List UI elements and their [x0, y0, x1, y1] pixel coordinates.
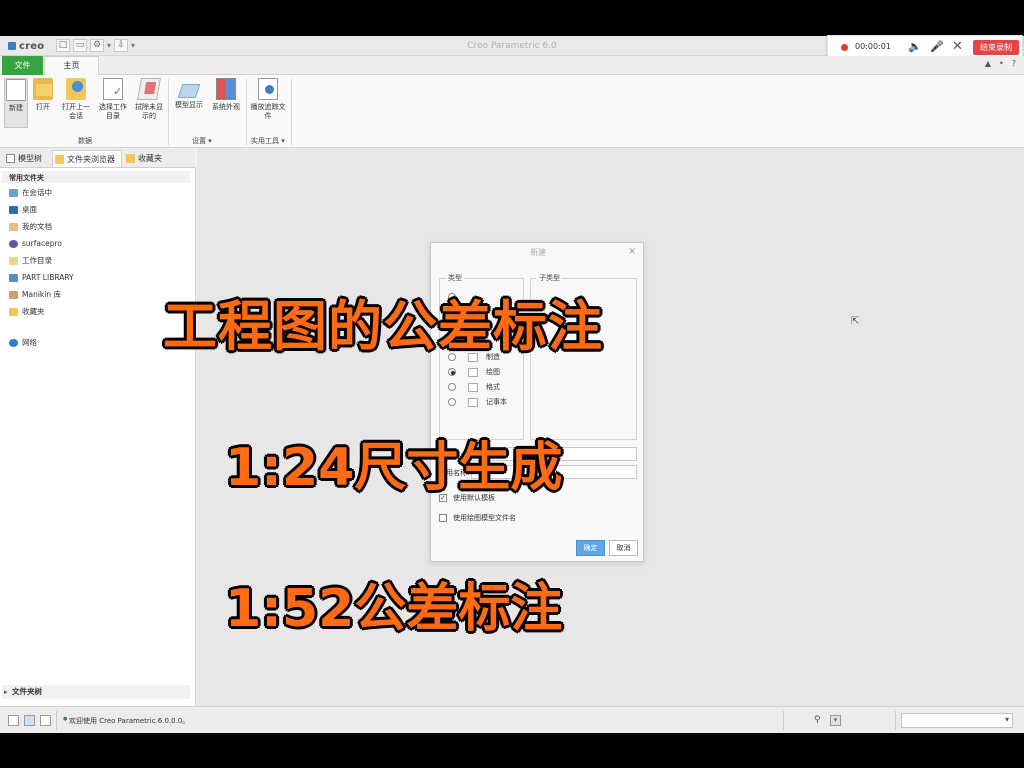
network-globe-icon: [9, 339, 18, 347]
full-screen-icon[interactable]: [40, 715, 51, 726]
new-file-icon: [6, 79, 26, 101]
monitor-icon: [9, 189, 18, 197]
group-label-settings[interactable]: 设置 ▾: [192, 136, 212, 146]
type-option-format[interactable]: 格式: [448, 382, 500, 393]
caption-title: 工程图的公差标注: [163, 295, 603, 358]
system-appearance-icon: [216, 78, 236, 100]
find-binoculars-icon[interactable]: ⚲: [814, 715, 825, 726]
status-bar: 欢迎使用 Creo Parametric 6.0.0.0。 ⚲ ▾: [0, 706, 1024, 733]
ribbon-separator: [168, 79, 169, 145]
group-label-data: 数据: [78, 137, 92, 145]
navigator-tabs: 模型树 文件夹浏览器 收藏夹: [0, 148, 196, 168]
dialog-title: 新建: [530, 248, 546, 257]
system-appearance-button[interactable]: 系统外观: [209, 78, 243, 112]
folder-item-favorites[interactable]: 收藏夹: [9, 306, 45, 318]
folder-item-part-library[interactable]: PART LIBRARY: [9, 272, 74, 284]
recording-dot-icon: [841, 44, 848, 51]
library-icon: [9, 274, 18, 282]
model-display-icon: [177, 84, 201, 98]
folder-item-working-directory[interactable]: 工作目录: [9, 255, 52, 267]
tab-folder-browser[interactable]: 文件夹浏览器: [52, 150, 122, 167]
close-icon[interactable]: ✕: [628, 247, 636, 257]
help-dropdown-icon[interactable]: •: [999, 59, 1004, 68]
new-button[interactable]: 新建: [4, 78, 28, 128]
navigator-panel: 模型树 文件夹浏览器 收藏夹 常用文件夹 在会话中 桌面 我的文档 surfac…: [0, 148, 196, 706]
open-button[interactable]: 打开: [31, 78, 55, 112]
select-working-directory-button[interactable]: 选择工作目录: [96, 78, 130, 121]
caption-timestamp-tolerance: 1:52公差标注: [225, 579, 563, 639]
microphone-icon[interactable]: 🎤: [930, 40, 944, 54]
recording-time: 00:00:01: [855, 42, 891, 51]
folder-item-in-session[interactable]: 在会话中: [9, 187, 52, 199]
folder-item-network[interactable]: 网络: [9, 337, 37, 349]
model-display-button[interactable]: 模型显示: [172, 78, 206, 110]
folder-item-surfacepro[interactable]: surfacepro: [9, 238, 62, 250]
manikin-icon: [9, 291, 18, 299]
ok-button[interactable]: 确定: [576, 540, 605, 556]
ribbon-separator: [246, 79, 247, 145]
play-trail-file-button[interactable]: 播放追踪文件: [250, 78, 286, 121]
user-icon: [9, 240, 18, 248]
folder-browser-icon: [55, 155, 64, 164]
use-drawing-model-name-checkbox[interactable]: 使用绘图模型文件名: [439, 513, 516, 523]
erase-icon: [137, 78, 161, 100]
cancel-button[interactable]: 取消: [609, 540, 638, 556]
folder-item-desktop[interactable]: 桌面: [9, 204, 37, 216]
type-option-drawing[interactable]: 绘图: [448, 367, 500, 378]
tab-file[interactable]: 文件: [2, 56, 43, 75]
close-icon[interactable]: ✕: [952, 40, 963, 54]
tab-model-tree[interactable]: 模型树: [4, 150, 50, 167]
tab-favorites[interactable]: 收藏夹: [124, 150, 170, 167]
drawing-icon: [468, 368, 478, 377]
video-letterbox-bottom: [0, 733, 1024, 768]
working-directory-icon: [103, 78, 123, 100]
folder-item-my-documents[interactable]: 我的文档: [9, 221, 52, 233]
format-icon: [468, 383, 478, 392]
open-session-icon: [66, 78, 86, 100]
video-letterbox-top: [0, 0, 1024, 36]
common-folders-title: 常用文件夹: [9, 174, 44, 182]
minimize-ribbon-icon[interactable]: ▲: [985, 59, 991, 68]
open-last-session-button[interactable]: 打开上一会话: [59, 78, 93, 121]
type-option-notebook[interactable]: 记事本: [448, 397, 507, 408]
model-tree-icon: [6, 154, 15, 163]
ribbon-separator: [291, 79, 292, 145]
erase-not-displayed-button[interactable]: 拭除未显示的: [132, 78, 166, 121]
ribbon-tab-row: 文件 主页 ▲ • ?: [0, 56, 1024, 76]
open-folder-icon: [33, 78, 53, 100]
ribbon-right-controls: ▲ • ?: [985, 59, 1016, 68]
desktop-icon: [9, 206, 18, 214]
caption-timestamp-dimensions: 1:24尺寸生成: [225, 438, 563, 498]
folder-tree-toggle[interactable]: 文件夹树: [2, 685, 190, 699]
show-navigator-icon[interactable]: [8, 715, 19, 726]
ribbon: 新建 打开 打开上一会话 选择工作目录 拭除未显示的 数据 模型显示 系统外观 …: [0, 75, 1024, 148]
play-trail-icon: [258, 78, 278, 100]
group-label-utilities[interactable]: 实用工具 ▾: [251, 136, 285, 146]
favorites-icon: [126, 154, 135, 163]
title-bar: creo □ ▭ ⚙ ▾ ⇩ ▾ Creo Parametric 6.0 00:…: [0, 35, 1024, 59]
mouse-cursor-icon: ⇱: [851, 316, 860, 327]
selection-filter-dropdown[interactable]: [901, 713, 1013, 728]
find-dropdown-icon[interactable]: ▾: [830, 715, 841, 726]
favorites-folder-icon: [9, 308, 18, 316]
status-message: 欢迎使用 Creo Parametric 6.0.0.0。: [63, 716, 189, 726]
stop-recording-button[interactable]: 结束录制: [973, 40, 1019, 55]
folder-item-manikin-library[interactable]: Manikin 库: [9, 289, 61, 301]
notebook-icon: [468, 398, 478, 407]
speaker-icon[interactable]: 🔈: [908, 40, 922, 54]
tab-home[interactable]: 主页: [44, 56, 99, 76]
show-browser-icon[interactable]: [24, 715, 35, 726]
help-icon[interactable]: ?: [1012, 59, 1016, 68]
working-directory-folder-icon: [9, 257, 18, 265]
documents-icon: [9, 223, 18, 231]
